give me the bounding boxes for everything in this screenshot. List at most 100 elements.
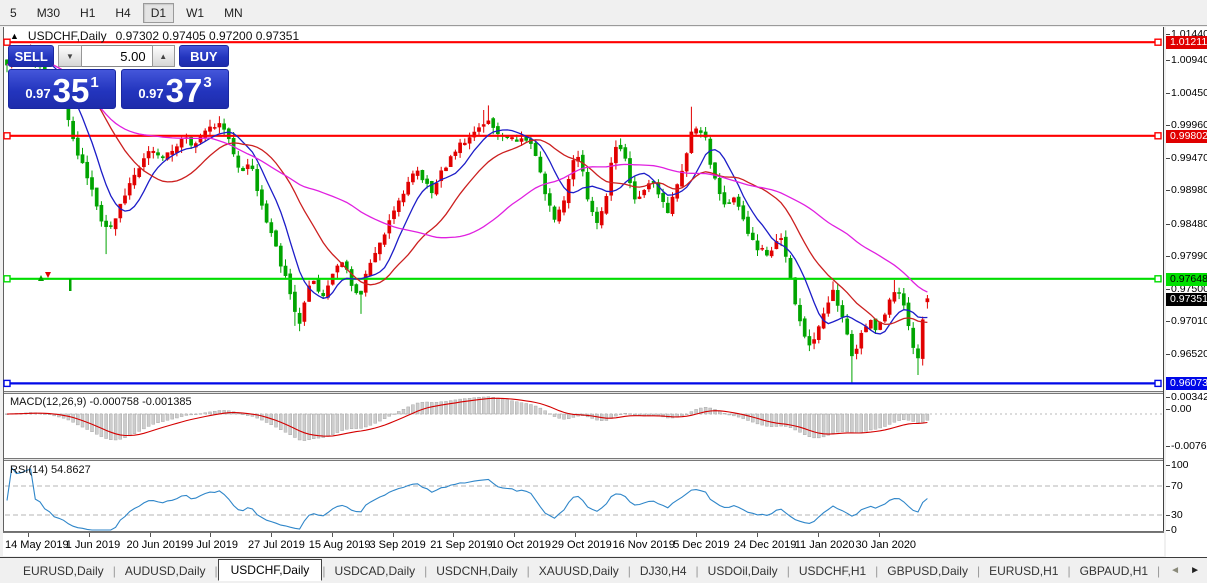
chart-tab-usdcnh-daily[interactable]: USDCNH,Daily [427,561,526,581]
axis-tick [1166,409,1170,410]
buy-price-prefix: 0.97 [138,86,163,101]
tab-scroll-left-icon[interactable]: ◄ [1170,565,1180,576]
sell-price-big-digits: 35 [53,77,90,105]
chart-title-bar: ▲ USDCHF,Daily 0.97302 0.97405 0.97200 0… [10,29,299,43]
buy-price-pipette: 3 [203,74,211,91]
chart-tab-usdcad-daily[interactable]: USDCAD,Daily [325,561,424,581]
date-label: 24 Dec 2019 [734,539,796,551]
sell-price-prefix: 0.97 [25,86,50,101]
tab-scroll-right-icon[interactable]: ► [1190,565,1200,576]
date-tick [89,533,90,537]
one-click-trading-widget: SELL ▼ ▲ BUY 0.97 35 1 0.97 37 3 [8,45,229,109]
date-label: 1 Jun 2019 [66,539,120,551]
price-axis[interactable]: 1.01211 0.99802 0.97648 0.97351 0.96073 … [1166,27,1207,557]
date-tick [28,533,29,537]
price-scale-label: 0.98480 [1171,218,1207,230]
timeframe-button-MN[interactable]: MN [216,3,251,23]
date-label: 30 Jan 2020 [856,539,917,551]
date-label: 20 Jun 2019 [127,539,188,551]
chart-tab-audusd-daily[interactable]: AUDUSD,Daily [116,561,215,581]
tab-scroll-controls: |◄► [1157,564,1207,578]
buy-price-big-digits: 37 [166,77,203,105]
rsi-scale-label: 0 [1171,524,1177,536]
price-scale-label: 0.98980 [1171,184,1207,196]
axis-tick [1166,158,1170,159]
date-label: 27 Jul 2019 [248,539,305,551]
chart-tab-gbpusd-daily[interactable]: GBPUSD,Daily [878,561,977,581]
price-scale-label: 0.96520 [1171,348,1207,360]
trading-terminal-window: 5M30H1H4D1W1MN ▲ USDCHF,Daily 0.97302 0.… [0,0,1207,583]
axis-tick [1166,190,1170,191]
sell-button[interactable]: SELL [8,45,54,67]
axis-tick [1166,397,1170,398]
timeframe-button-D1[interactable]: D1 [143,3,174,23]
date-tick [453,533,454,537]
date-label: 16 Nov 2019 [613,539,675,551]
chart-tab-usdoil-daily[interactable]: USDOil,Daily [699,561,787,581]
rsi-scale-label: 70 [1171,480,1183,492]
chart-tab-gbpaud-h1[interactable]: GBPAUD,H1 [1071,561,1157,581]
lot-decrease-button[interactable]: ▼ [58,45,81,67]
symbol-tab-bar: EURUSD,Daily|AUDUSD,Daily|USDCHF,Daily|U… [0,557,1207,583]
date-label: 15 Aug 2019 [309,539,371,551]
macd-scale-label: 0.003428 [1171,391,1207,403]
lot-increase-button[interactable]: ▲ [152,45,175,67]
chart-tab-eurusd-h1[interactable]: EURUSD,H1 [980,561,1067,581]
axis-tick [1166,256,1170,257]
date-tick [332,533,333,537]
chart-ohlc-values: 0.97302 0.97405 0.97200 0.97351 [116,29,300,43]
sell-price-display[interactable]: 0.97 35 1 [8,69,116,109]
price-scale-label: 1.00450 [1171,87,1207,99]
level-badge-resistance: 0.99802 [1166,130,1207,143]
chart-tab-eurusd-daily[interactable]: EURUSD,Daily [14,561,113,581]
axis-tick [1166,486,1170,487]
level-badge-support-blue: 0.96073 [1166,377,1207,390]
date-tick [757,533,758,537]
timeframe-button-H1[interactable]: H1 [72,3,103,23]
axis-tick [1166,125,1170,126]
lot-size-input[interactable] [82,45,152,67]
timeframe-button-W1[interactable]: W1 [178,3,212,23]
buy-button[interactable]: BUY [179,45,229,67]
price-scale-label: 1.00940 [1171,54,1207,66]
date-label: 10 Oct 2019 [491,539,551,551]
axis-tick [1166,93,1170,94]
date-label: 29 Oct 2019 [552,539,612,551]
date-tick [696,533,697,537]
sell-price-pipette: 1 [90,74,98,91]
timeframe-button-5[interactable]: 5 [2,3,25,23]
price-scale-label: 0.97010 [1171,315,1207,327]
date-tick [818,533,819,537]
date-tick [514,533,515,537]
horizontal-level-line-0.96073[interactable] [4,380,1161,386]
axis-tick [1166,354,1170,355]
axis-tick [1166,224,1170,225]
date-label: 3 Sep 2019 [370,539,426,551]
rsi-scale-label: 100 [1171,459,1189,471]
axis-tick [1166,289,1170,290]
chart-tab-usdchf-daily[interactable]: USDCHF,Daily [218,559,323,581]
timeframe-button-H4[interactable]: H4 [107,3,138,23]
date-label: 9 Jul 2019 [187,539,238,551]
timeframe-button-M30[interactable]: M30 [29,3,68,23]
chart-tab-usdchf-h1[interactable]: USDCHF,H1 [790,561,875,581]
date-label: 5 Dec 2019 [673,539,729,551]
axis-tick [1166,515,1170,516]
date-tick [271,533,272,537]
rsi-scale-label: 30 [1171,509,1183,521]
buy-price-display[interactable]: 0.97 37 3 [121,69,229,109]
trade-arrow-markers [38,272,72,291]
price-scale-label: 0.97990 [1171,250,1207,262]
macd-indicator-header: MACD(12,26,9) -0.000758 -0.001385 [10,396,192,408]
current-price-badge: 0.97351 [1166,293,1207,306]
date-axis[interactable]: 14 May 20191 Jun 201920 Jun 20199 Jul 20… [3,532,1164,556]
chart-tab-dj30-h4[interactable]: DJ30,H4 [631,561,696,581]
date-label: 11 Jan 2020 [795,539,855,551]
axis-tick [1166,465,1170,466]
rsi-line [7,468,927,530]
date-label: 21 Sep 2019 [430,539,492,551]
price-scale-label: 0.99470 [1171,152,1207,164]
chart-tab-xauusd-daily[interactable]: XAUUSD,Daily [530,561,628,581]
collapse-trade-panel-icon[interactable]: ▲ [10,31,19,41]
horizontal-level-line-0.97648[interactable] [4,276,1161,282]
